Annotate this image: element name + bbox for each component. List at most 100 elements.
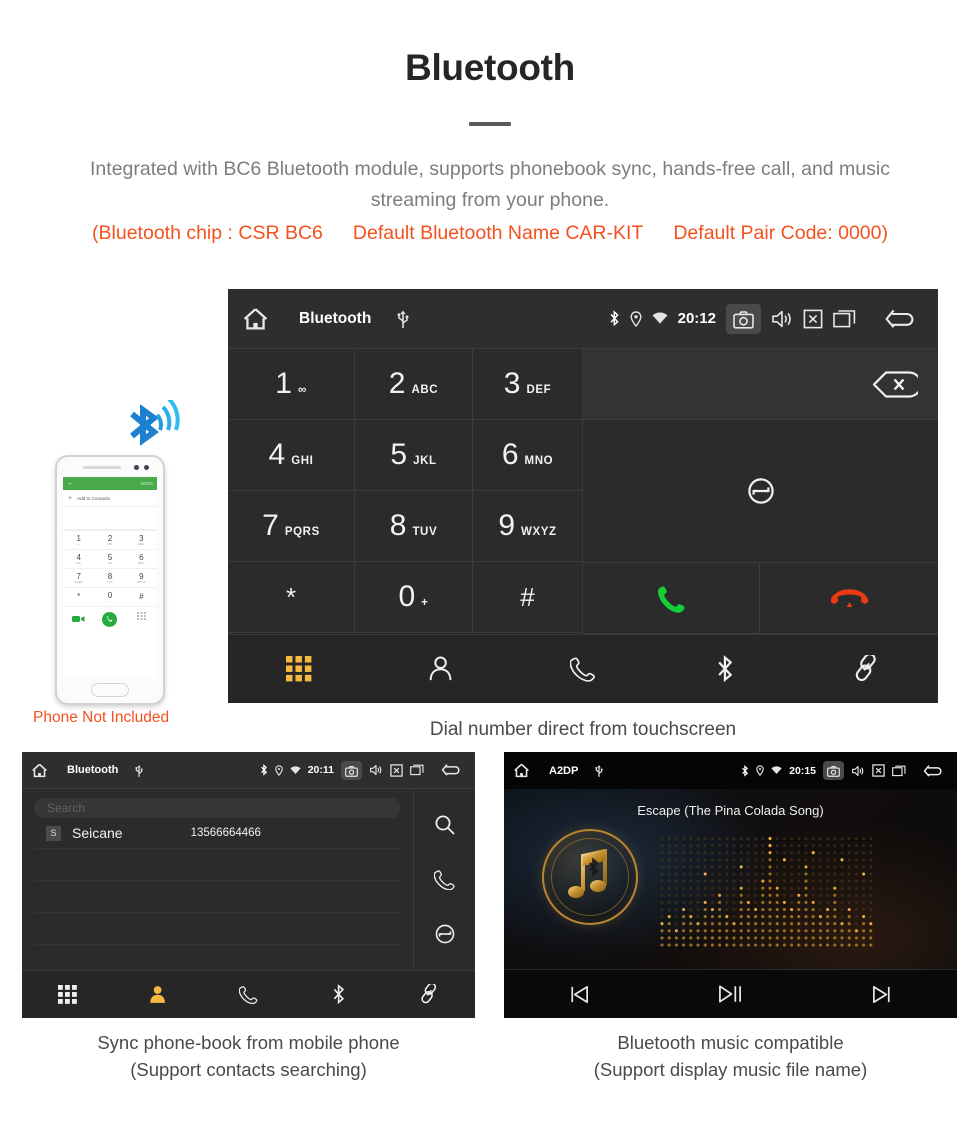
phone-back-icon: ← — [67, 480, 74, 487]
tab-call-log[interactable] — [512, 656, 654, 682]
usb-icon — [595, 764, 603, 777]
music-status-icons: 20:15 — [738, 761, 948, 780]
back-arrow-icon[interactable] — [881, 308, 919, 330]
dial-key-letters: PQRS — [284, 526, 320, 538]
contact-row[interactable]: S Seicane 13566664466 — [34, 818, 401, 849]
dialer-caption: Dial number direct from touchscreen — [429, 719, 737, 740]
dial-key-0[interactable]: 0 + — [355, 562, 473, 633]
dial-key-digit: # — [520, 582, 535, 612]
location-icon — [756, 765, 764, 776]
dialpad-area: 1 ∞ 2 ABC 3 DEF 4 GHI 5 JKL 6 MNO 7 PQRS… — [228, 349, 938, 634]
search-icon[interactable] — [434, 814, 456, 836]
bluetooth-signal-icon — [120, 397, 192, 455]
tab-contacts[interactable] — [113, 985, 204, 1004]
next-track-icon — [871, 984, 892, 1005]
bluetooth-icon — [260, 764, 268, 776]
home-icon[interactable] — [31, 763, 48, 778]
tab-link[interactable] — [796, 655, 938, 682]
tab-contacts[interactable] — [370, 656, 512, 681]
dial-key-digit: 5 — [390, 438, 408, 471]
bluetooth-icon — [609, 310, 620, 327]
dialer-title: Bluetooth — [299, 309, 372, 327]
tab-bluetooth[interactable] — [654, 655, 796, 683]
dial-key-letters: WXYZ — [521, 526, 557, 538]
tab-call-log[interactable] — [203, 985, 294, 1005]
volume-icon[interactable] — [369, 764, 383, 776]
usb-icon — [397, 309, 409, 328]
next-track-button[interactable] — [806, 984, 957, 1005]
dial-key-digit: * — [285, 582, 297, 612]
phone-speaker — [83, 466, 121, 469]
phonebook-caption-line2: (Support contacts searching) — [130, 1058, 367, 1080]
phone-key-letters: DEF — [138, 542, 145, 546]
recent-apps-icon[interactable] — [892, 765, 906, 777]
dial-key-3[interactable]: 3 DEF — [473, 349, 583, 420]
phone-key-digit: 8 — [107, 571, 113, 581]
hangup-button[interactable] — [760, 563, 938, 634]
dial-key-1[interactable]: 1 ∞ — [228, 349, 355, 420]
search-placeholder: Search — [47, 801, 86, 815]
camera-icon[interactable] — [823, 761, 844, 780]
dial-key-7[interactable]: 7 PQRS — [228, 491, 355, 562]
phone-key-letters: TUV — [107, 580, 113, 584]
swap-call-button[interactable] — [583, 420, 938, 563]
tab-bluetooth[interactable] — [294, 984, 385, 1005]
sync-swap-icon[interactable] — [434, 923, 456, 945]
link-chain-icon — [420, 984, 439, 1004]
call-icon — [657, 584, 686, 613]
call-button[interactable] — [583, 563, 760, 634]
dial-key-digit: 1 — [275, 367, 292, 400]
recent-apps-icon[interactable] — [410, 764, 424, 776]
dial-key-hash[interactable]: # — [473, 562, 583, 633]
contact-number: 13566664466 — [190, 827, 261, 839]
dial-key-star[interactable]: * — [228, 562, 355, 633]
phone-key-digit: 2 — [107, 533, 113, 543]
dial-key-8[interactable]: 8 TUV — [355, 491, 473, 562]
phone-key-letters: WXYZ — [137, 580, 146, 584]
dial-key-6[interactable]: 6 MNO — [473, 420, 583, 491]
tab-dialpad[interactable] — [22, 985, 113, 1004]
spec-chip: (Bluetooth chip : CSR BC6 — [92, 221, 323, 244]
wifi-icon — [771, 766, 782, 775]
camera-icon[interactable] — [341, 760, 362, 780]
wifi-icon — [652, 312, 668, 325]
dial-key-9[interactable]: 9 WXYZ — [473, 491, 583, 562]
page-description: Integrated with BC6 Bluetooth module, su… — [90, 157, 890, 212]
close-box-icon[interactable] — [872, 764, 885, 777]
phone-key-digit: 5 — [107, 552, 113, 562]
phonebook-caption: Sync phone-book from mobile phone (Suppo… — [22, 1030, 475, 1084]
close-box-icon[interactable] — [390, 763, 403, 777]
previous-track-button[interactable] — [504, 984, 655, 1005]
volume-icon[interactable] — [771, 309, 793, 329]
music-caption-line2: (Support display music file name) — [593, 1058, 868, 1080]
phone-key-1: 1 ∞ — [63, 530, 95, 549]
dial-key-digit: 3 — [503, 367, 521, 400]
home-icon[interactable] — [513, 763, 530, 778]
dial-key-4[interactable]: 4 GHI — [228, 420, 355, 491]
tab-link[interactable] — [384, 984, 475, 1004]
back-arrow-icon[interactable] — [921, 764, 945, 778]
bluetooth-icon — [332, 984, 346, 1005]
phone-key-0: 0 + — [94, 587, 126, 606]
phone-key-digit: 1 — [76, 533, 81, 543]
recent-apps-icon[interactable] — [833, 309, 856, 329]
phone-key-4: 4 GHI — [63, 549, 95, 568]
play-pause-button[interactable] — [655, 983, 806, 1005]
search-input[interactable]: Search — [34, 798, 401, 818]
sync-swap-icon — [746, 476, 776, 506]
backspace-icon[interactable] — [872, 370, 918, 398]
close-box-icon[interactable] — [803, 309, 823, 329]
camera-icon[interactable] — [726, 303, 761, 334]
dial-key-letters: DEF — [526, 384, 552, 396]
phone-keypad: 1 ∞ 2 ABC 3 DEF 4 GHI 5 JKL 6 MNO 7 PQRS… — [63, 530, 157, 606]
contact-row-empty — [34, 913, 401, 945]
number-display[interactable] — [583, 349, 938, 420]
dial-key-5[interactable]: 5 JKL — [355, 420, 473, 491]
dial-key-2[interactable]: 2 ABC — [355, 349, 473, 420]
home-icon[interactable] — [242, 307, 269, 331]
back-arrow-icon[interactable] — [439, 763, 463, 777]
volume-icon[interactable] — [851, 765, 865, 777]
tab-dialpad[interactable] — [228, 656, 370, 682]
dialer-status-bar: Bluetooth 20:12 — [228, 289, 938, 349]
phone-handset-icon[interactable] — [434, 869, 455, 890]
